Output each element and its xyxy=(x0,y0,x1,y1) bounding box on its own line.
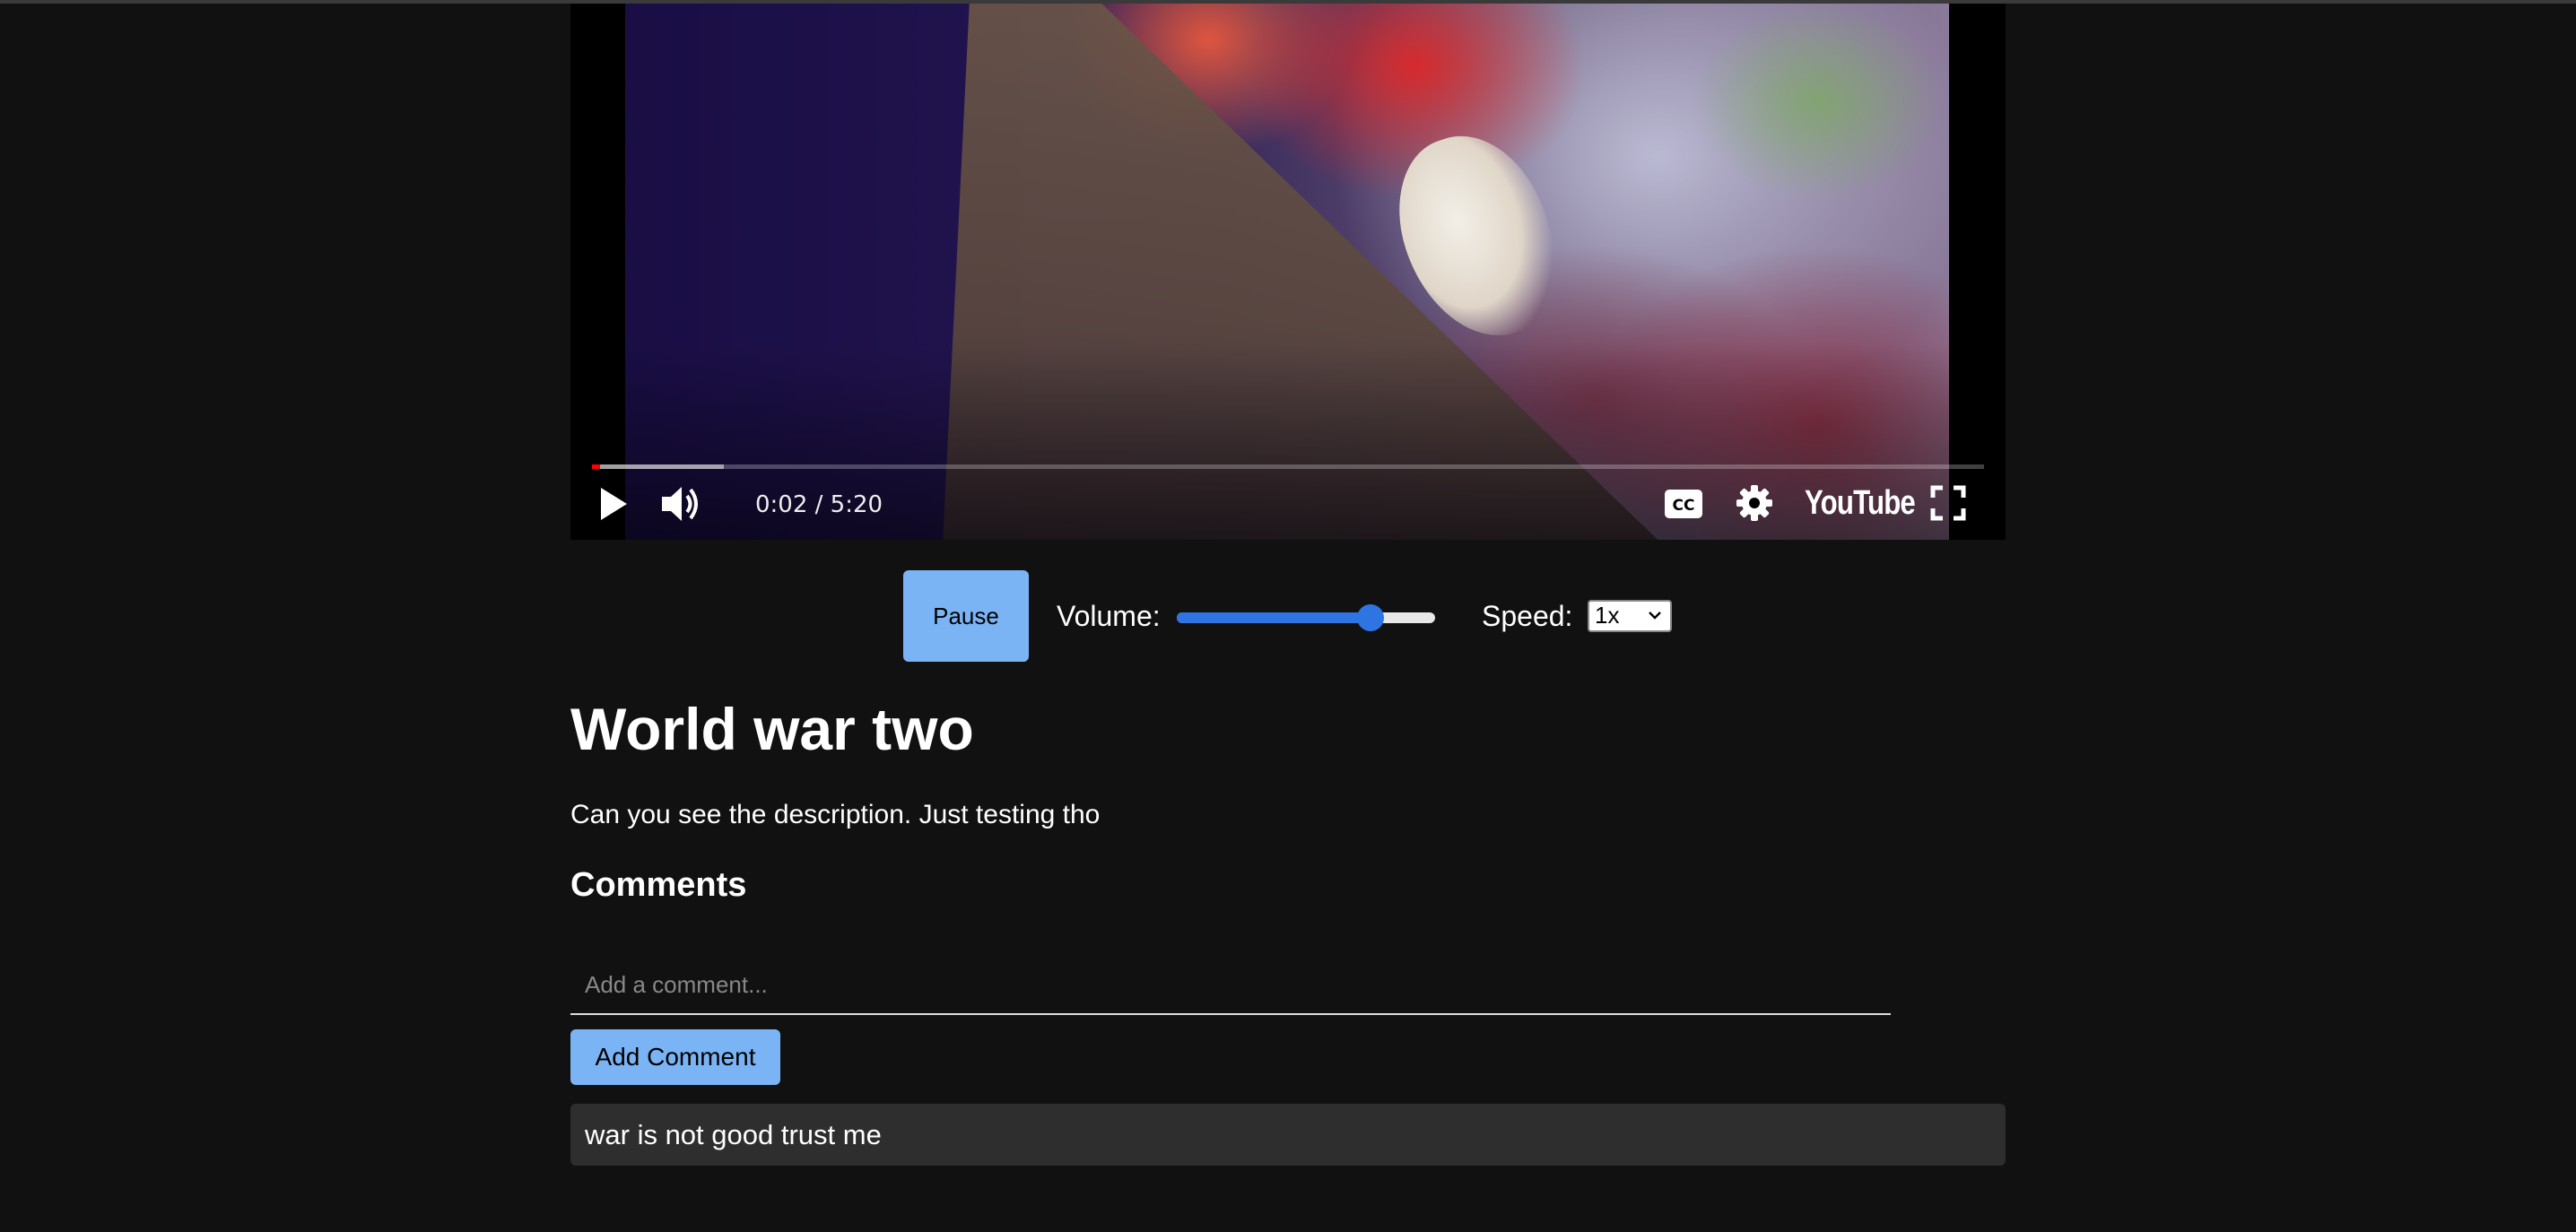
captions-icon: CC xyxy=(1665,490,1702,518)
play-icon xyxy=(601,488,627,520)
volume-slider-fill xyxy=(1177,612,1371,623)
settings-button[interactable] xyxy=(1733,481,1776,525)
progress-played xyxy=(592,464,601,469)
chevron-down-icon xyxy=(1649,612,1661,620)
custom-controls: Pause Volume: Speed: 1x xyxy=(0,570,2576,662)
youtube-logo[interactable]: YouTube xyxy=(1805,484,1916,523)
speed-select-value: 1x xyxy=(1595,602,1620,629)
progress-bar[interactable] xyxy=(592,464,1984,469)
volume-slider[interactable] xyxy=(1177,604,1435,631)
time-display: 0:02 / 5:20 xyxy=(755,491,883,518)
video-description: Can you see the description. Just testin… xyxy=(570,800,1101,829)
volume-label: Volume: xyxy=(1057,600,1161,632)
comment-input[interactable]: Add a comment... xyxy=(570,963,1891,1015)
mute-button[interactable] xyxy=(657,479,707,529)
speed-label: Speed: xyxy=(1482,600,1573,632)
pause-button[interactable]: Pause xyxy=(903,570,1029,662)
speed-select[interactable]: 1x xyxy=(1588,600,1672,632)
fullscreen-icon xyxy=(1930,485,1966,521)
comment-item: war is not good trust me xyxy=(570,1104,2006,1166)
play-button[interactable] xyxy=(590,479,637,529)
fullscreen-button[interactable] xyxy=(1927,481,1970,525)
progress-buffered xyxy=(592,464,725,469)
video-player[interactable]: 0:02 / 5:20 CC YouTube xyxy=(570,4,2006,540)
svg-text:CC: CC xyxy=(1673,497,1695,515)
captions-button[interactable]: CC xyxy=(1663,484,1704,524)
comments-heading: Comments xyxy=(570,866,747,904)
video-title: World war two xyxy=(570,696,974,762)
settings-icon xyxy=(1736,485,1772,521)
volume-slider-thumb[interactable] xyxy=(1357,604,1384,631)
volume-icon xyxy=(662,487,698,521)
add-comment-button[interactable]: Add Comment xyxy=(570,1029,780,1085)
